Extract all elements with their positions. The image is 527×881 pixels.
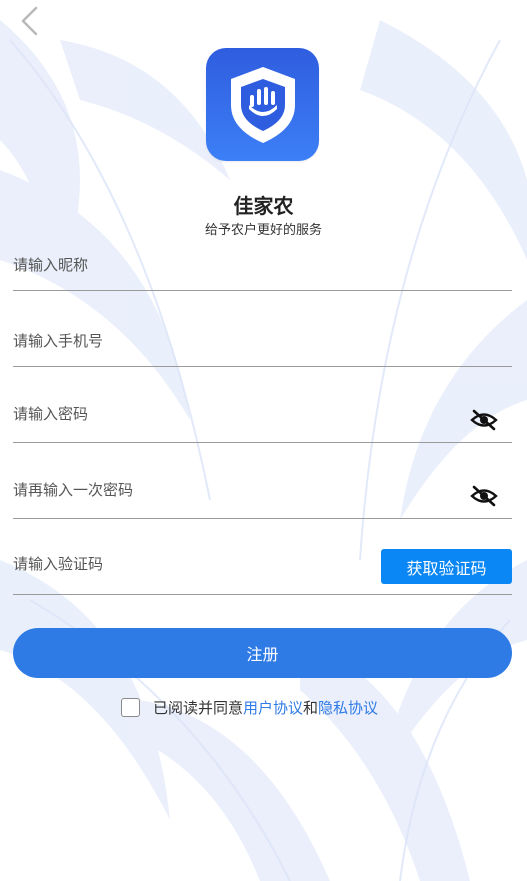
- eye-off-icon: [470, 409, 498, 431]
- agreement-row: 已阅读并同意 用户协议 和 隐私协议: [121, 694, 378, 720]
- agreement-conjunction: 和: [303, 698, 319, 717]
- nickname-input[interactable]: [13, 250, 433, 280]
- phone-field: [13, 326, 512, 367]
- user-agreement-link[interactable]: 用户协议: [243, 697, 303, 718]
- privacy-agreement-link[interactable]: 隐私协议: [318, 697, 378, 718]
- back-button[interactable]: [14, 4, 46, 38]
- toggle-confirm-password-visibility-button[interactable]: [470, 484, 498, 508]
- nickname-field: [13, 250, 512, 291]
- agreement-checkbox[interactable]: [121, 697, 140, 717]
- agreement-prefix: 已阅读并同意: [153, 698, 244, 717]
- app-logo: [206, 48, 319, 161]
- confirm-password-input[interactable]: [13, 475, 433, 505]
- password-field: [13, 399, 512, 443]
- shield-hand-icon: [230, 66, 295, 143]
- eye-off-icon: [470, 485, 498, 507]
- get-code-button[interactable]: 获取验证码: [381, 549, 512, 584]
- password-input[interactable]: [13, 399, 433, 429]
- app-name: 佳家农: [233, 194, 294, 218]
- verification-code-input[interactable]: [13, 549, 353, 579]
- chevron-left-icon: [21, 6, 38, 36]
- phone-input[interactable]: [13, 326, 433, 356]
- toggle-password-visibility-button[interactable]: [470, 408, 498, 432]
- register-button[interactable]: 注册: [13, 628, 512, 678]
- confirm-password-field: [13, 475, 512, 519]
- app-slogan: 给予农户更好的服务: [204, 223, 322, 238]
